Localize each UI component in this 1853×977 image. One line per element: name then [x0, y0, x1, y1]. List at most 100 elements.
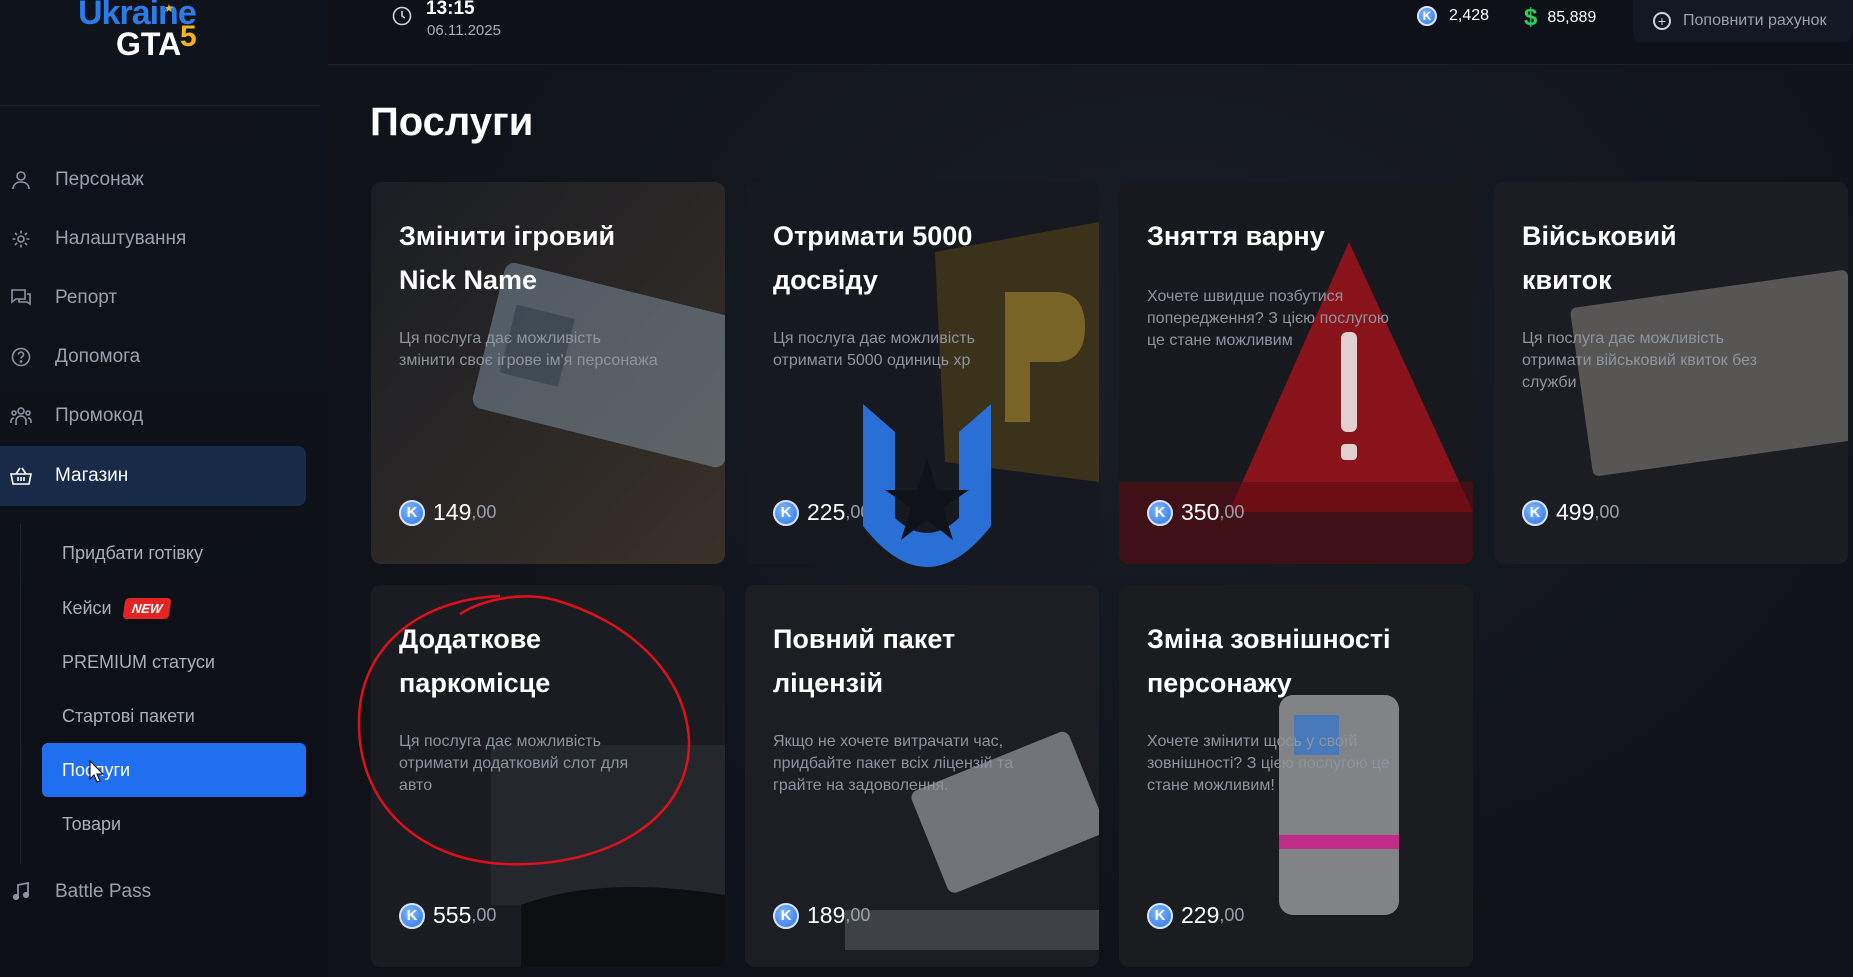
submenu-item-label: Придбати готівку [62, 542, 203, 563]
basket-icon [10, 465, 32, 487]
price-value: 350 [1181, 499, 1220, 525]
logo-star-icon: ★ [164, 3, 174, 15]
sidebar-divider [0, 105, 320, 106]
music-icon [10, 881, 32, 903]
sidebar-item-battle-pass[interactable]: Battle Pass [0, 862, 306, 922]
submenu-line [20, 524, 21, 864]
card-description: Ця послуга дає можливість отримати додат… [399, 733, 629, 794]
logo-text-five: 5 [180, 20, 197, 53]
card-price: K 499,00 [1522, 499, 1619, 526]
people-icon [10, 405, 32, 427]
card-description: Хочете швидше позбутися попередження? З … [1147, 288, 1389, 349]
price-cents: ,00 [471, 905, 497, 925]
submenu-item-label: Кейси [62, 597, 112, 618]
price-cents: ,00 [1594, 502, 1620, 522]
logo-text-gta: GTA [116, 26, 182, 62]
coin-icon: K [399, 499, 425, 526]
price-value: 555 [433, 902, 472, 928]
new-badge: NEW [122, 597, 172, 619]
card-title: Додаткове паркомісце [399, 624, 551, 698]
coin-icon: K [773, 499, 799, 526]
coin-icon: K [399, 902, 425, 929]
card-price: K 189,00 [773, 902, 870, 929]
sidebar: Ukraine ★ GTA 5 Персонаж Налаштування Ре… [0, 0, 329, 977]
submenu-item-goods[interactable]: Товари [42, 797, 306, 851]
coin-icon: K [1147, 902, 1173, 929]
submenu-item-buy-cash[interactable]: Придбати готівку [42, 526, 306, 580]
top-bar: 13:15 06.11.2025 K 2,428 $ 85,889 + Попо… [328, 0, 1853, 65]
chat-icon [10, 287, 32, 309]
dollar-icon: $ [1524, 4, 1538, 31]
top-up-button[interactable]: + Поповнити рахунок [1633, 0, 1853, 42]
cash-balance-value: 85,889 [1547, 9, 1597, 26]
card-description: Якщо не хочете витрачати час, придбайте … [773, 733, 1014, 794]
sidebar-item-label: Репорт [55, 287, 118, 308]
current-date: 06.11.2025 [427, 22, 501, 39]
card-description: Ця послуга дає можливість змінити своє і… [399, 330, 658, 369]
coin-icon: K [1417, 6, 1437, 26]
price-value: 225 [807, 499, 846, 525]
card-price: K 555,00 [399, 902, 496, 929]
service-card-parking[interactable]: Додаткове паркомісце Ця послуга дає можли… [371, 585, 725, 967]
price-cents: ,00 [1219, 905, 1245, 925]
sidebar-item-help[interactable]: Допомога [0, 327, 306, 387]
service-card-warn-removal[interactable]: Зняття варну Хочете швидше позбутися поп… [1119, 182, 1473, 564]
card-title: Отримати 5000 досвіду [773, 221, 973, 295]
sidebar-item-label: Промокод [55, 405, 144, 426]
coin-icon: K [1147, 499, 1173, 526]
service-card-military-ticket[interactable]: Військовий квиток Ця послуга дає можливіс… [1494, 182, 1848, 564]
card-price: K 350,00 [1147, 499, 1244, 526]
service-card-licenses[interactable]: Повний пакет ліцензій Якщо не хочете витр… [745, 585, 1099, 967]
service-card-nickname[interactable]: Змінити ігровий Nick Name Ця послуга дає … [371, 182, 725, 564]
gear-icon [10, 228, 32, 250]
plus-circle-icon: + [1653, 12, 1671, 30]
sidebar-item-label: Battle Pass [55, 881, 152, 902]
card-title: Військовий квиток [1522, 221, 1677, 295]
sidebar-item-character[interactable]: Персонаж [0, 150, 306, 210]
cash-balance: $ 85,889 [1524, 4, 1596, 32]
sidebar-item-label: Магазин [55, 465, 129, 486]
price-value: 229 [1181, 902, 1220, 928]
mouse-cursor-icon [89, 760, 105, 783]
submenu-item-premium[interactable]: PREMIUM статуси [42, 635, 306, 689]
card-title: Змінити ігровий Nick Name [399, 221, 616, 295]
service-card-appearance[interactable]: Зміна зовнішності персонажу Хочете змінит… [1119, 585, 1473, 967]
coin-balance: K 2,428 [1417, 6, 1489, 26]
coin-icon: K [773, 902, 799, 929]
sidebar-item-label: Допомога [55, 346, 141, 367]
coin-balance-value: 2,428 [1449, 7, 1490, 24]
user-icon [10, 169, 32, 191]
card-description: Ця послуга дає можливість отримати 5000 … [773, 330, 975, 369]
card-title: Повний пакет ліцензій [773, 624, 956, 698]
submenu-item-starter-packs[interactable]: Стартові пакети [42, 689, 306, 743]
price-cents: ,00 [845, 905, 871, 925]
sidebar-item-label: Персонаж [55, 169, 144, 190]
top-up-label: Поповнити рахунок [1683, 12, 1827, 29]
price-cents: ,00 [471, 502, 497, 522]
card-description: Ця послуга дає можливість отримати війсь… [1522, 330, 1757, 391]
card-title: Зміна зовнішності персонажу [1147, 624, 1391, 698]
card-description: Хочете змінити щось у своїй зовнішності?… [1147, 733, 1390, 794]
submenu-item-label: Товари [62, 813, 122, 834]
sidebar-item-label: Налаштування [55, 228, 187, 249]
logo[interactable]: Ukraine ★ GTA 5 [78, 0, 228, 66]
coin-icon: K [1522, 499, 1548, 526]
price-value: 499 [1556, 499, 1595, 525]
sidebar-item-settings[interactable]: Налаштування [0, 209, 306, 269]
card-title: Зняття варну [1147, 221, 1325, 251]
card-price: K 149,00 [399, 499, 496, 526]
sidebar-item-promocode[interactable]: Промокод [0, 386, 306, 446]
card-price: K 229,00 [1147, 902, 1244, 929]
price-cents: ,00 [1219, 502, 1245, 522]
sidebar-item-report[interactable]: Репорт [0, 268, 306, 328]
clock-icon [392, 6, 412, 26]
submenu-item-label: PREMIUM статуси [62, 651, 215, 672]
price-value: 149 [433, 499, 472, 525]
submenu-item-cases[interactable]: Кейси NEW [42, 581, 306, 635]
shield-logo-icon [863, 404, 991, 567]
price-value: 189 [807, 902, 846, 928]
sidebar-item-shop[interactable]: Магазин [0, 446, 306, 506]
current-time: 13:15 [426, 0, 475, 19]
submenu-item-label: Стартові пакети [62, 705, 195, 726]
submenu-item-services[interactable]: Послуги [42, 743, 306, 797]
